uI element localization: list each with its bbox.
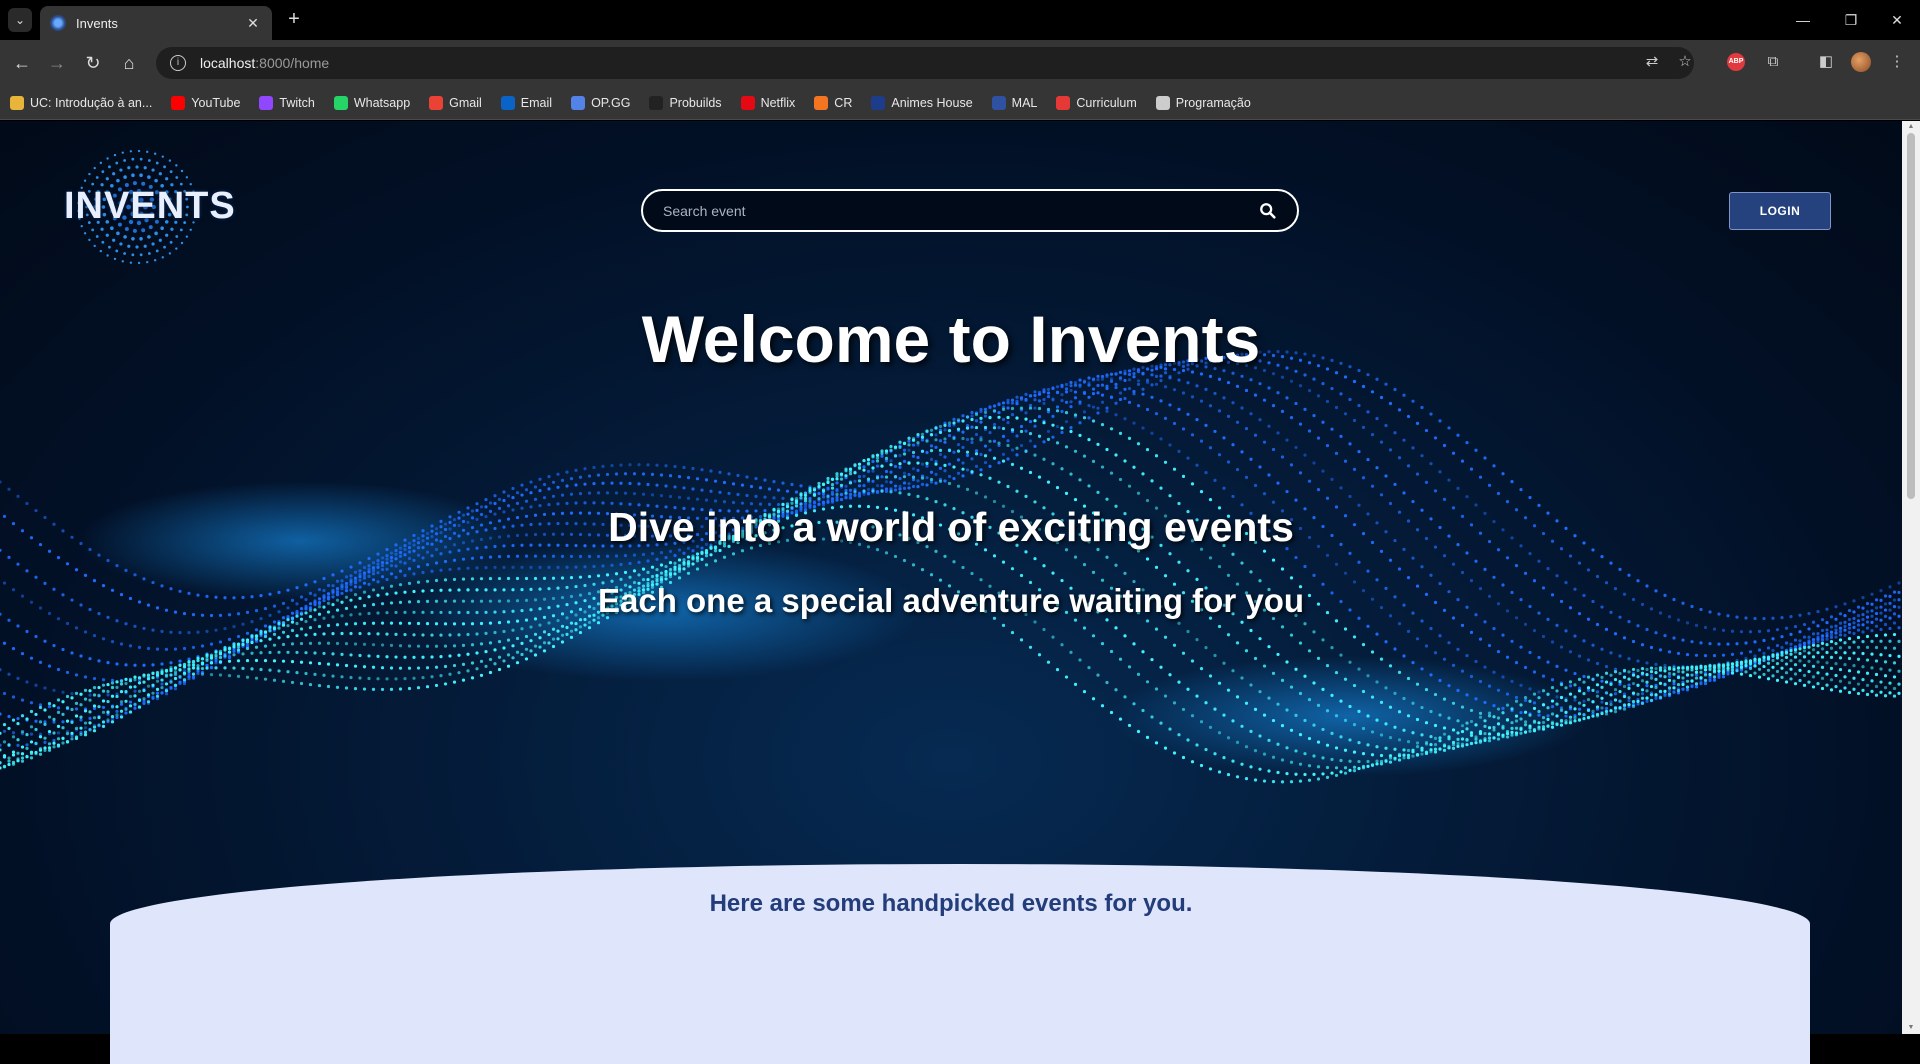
bookmark-item[interactable]: Twitch bbox=[259, 96, 314, 110]
hero-subtitle: Dive into a world of exciting events bbox=[0, 504, 1902, 551]
hero-tagline: Each one a special adventure waiting for… bbox=[0, 582, 1902, 620]
browser-tab-bar: ⌄ Invents ✕ + — ❐ ✕ bbox=[0, 0, 1920, 40]
tab-favicon-icon bbox=[50, 15, 66, 31]
bookmarks-bar: UC: Introdução à an... YouTube Twitch Whats… bbox=[0, 86, 1920, 120]
translate-icon[interactable]: ⇄ bbox=[1641, 51, 1663, 73]
profile-avatar[interactable] bbox=[1851, 52, 1871, 72]
hero-title: Welcome to Invents bbox=[0, 301, 1902, 377]
bookmark-label: Email bbox=[521, 96, 552, 110]
tab-search-icon[interactable]: ⌄ bbox=[8, 8, 32, 32]
featured-events-title: Here are some handpicked events for you. bbox=[0, 890, 1902, 918]
logo-text: INVENTS bbox=[64, 185, 210, 228]
extensions-icon[interactable]: ⧉ bbox=[1762, 51, 1784, 73]
bookmark-label: Curriculum bbox=[1076, 96, 1136, 110]
url-path: :8000/home bbox=[255, 55, 329, 71]
bookmark-item[interactable]: UC: Introdução à an... bbox=[10, 96, 152, 110]
bookmark-label: Programação bbox=[1176, 96, 1251, 110]
back-icon[interactable]: ← bbox=[9, 50, 35, 76]
side-panel-icon[interactable]: ◧ bbox=[1815, 51, 1837, 73]
mal-icon bbox=[992, 96, 1006, 110]
minimize-icon[interactable]: — bbox=[1780, 8, 1826, 32]
bookmark-item[interactable]: YouTube bbox=[171, 96, 240, 110]
address-bar[interactable]: i localhost:8000/home bbox=[156, 47, 1694, 79]
close-window-icon[interactable]: ✕ bbox=[1874, 8, 1920, 32]
new-tab-icon[interactable]: + bbox=[282, 8, 306, 32]
url-host: localhost bbox=[200, 55, 255, 71]
login-button[interactable]: LOGIN bbox=[1729, 192, 1831, 230]
page-scrollbar[interactable]: ▲ ▼ bbox=[1902, 121, 1920, 1034]
gmail-icon bbox=[429, 96, 443, 110]
twitch-icon bbox=[259, 96, 273, 110]
bookmark-item[interactable]: Animes House bbox=[871, 96, 972, 110]
bookmark-item[interactable]: Email bbox=[501, 96, 552, 110]
folder-icon bbox=[1156, 96, 1170, 110]
bookmark-item[interactable]: Gmail bbox=[429, 96, 482, 110]
menu-kebab-icon[interactable]: ⋮ bbox=[1886, 51, 1908, 73]
tab-close-icon[interactable]: ✕ bbox=[244, 15, 262, 32]
reload-icon[interactable]: ↻ bbox=[80, 50, 106, 76]
bookmark-item[interactable]: Curriculum bbox=[1056, 96, 1136, 110]
scrollbar-thumb[interactable] bbox=[1907, 133, 1915, 499]
youtube-icon bbox=[171, 96, 185, 110]
bookmark-star-icon[interactable]: ☆ bbox=[1674, 51, 1696, 73]
bookmark-label: CR bbox=[834, 96, 852, 110]
curriculum-icon bbox=[1056, 96, 1070, 110]
bookmark-item[interactable]: Whatsapp bbox=[334, 96, 410, 110]
browser-tab[interactable]: Invents ✕ bbox=[40, 6, 272, 40]
opgg-icon bbox=[571, 96, 585, 110]
scroll-down-icon[interactable]: ▼ bbox=[1907, 1024, 1915, 1032]
netflix-icon bbox=[741, 96, 755, 110]
forward-icon[interactable]: → bbox=[44, 50, 70, 76]
bookmark-item[interactable]: CR bbox=[814, 96, 852, 110]
adblock-plus-icon[interactable]: ABP bbox=[1727, 53, 1745, 71]
bookmark-item[interactable]: OP.GG bbox=[571, 96, 630, 110]
bookmark-item[interactable]: Probuilds bbox=[649, 96, 721, 110]
bookmark-label: MAL bbox=[1012, 96, 1038, 110]
outlook-icon bbox=[501, 96, 515, 110]
animes-house-icon bbox=[871, 96, 885, 110]
bookmark-label: UC: Introdução à an... bbox=[30, 96, 152, 110]
search-input[interactable] bbox=[663, 203, 1259, 219]
bookmark-label: OP.GG bbox=[591, 96, 630, 110]
scroll-up-icon[interactable]: ▲ bbox=[1907, 123, 1915, 131]
bookmark-label: Whatsapp bbox=[354, 96, 410, 110]
tab-title: Invents bbox=[76, 16, 244, 31]
bookmark-item[interactable]: Programação bbox=[1156, 96, 1251, 110]
probuilds-icon bbox=[649, 96, 663, 110]
search-bar[interactable] bbox=[641, 189, 1299, 232]
bookmark-label: Netflix bbox=[761, 96, 796, 110]
site-info-icon[interactable]: i bbox=[170, 55, 186, 71]
bookmark-label: Gmail bbox=[449, 96, 482, 110]
bookmark-label: Probuilds bbox=[669, 96, 721, 110]
cr-icon bbox=[814, 96, 828, 110]
bookmark-label: Twitch bbox=[279, 96, 314, 110]
bookmark-label: Animes House bbox=[891, 96, 972, 110]
restore-icon[interactable]: ❐ bbox=[1828, 8, 1874, 32]
home-icon[interactable]: ⌂ bbox=[116, 50, 142, 76]
whatsapp-icon bbox=[334, 96, 348, 110]
bookmark-item[interactable]: MAL bbox=[992, 96, 1038, 110]
search-icon[interactable] bbox=[1259, 202, 1277, 220]
bookmark-label: YouTube bbox=[191, 96, 240, 110]
bookmark-item[interactable]: Netflix bbox=[741, 96, 796, 110]
uc-icon bbox=[10, 96, 24, 110]
